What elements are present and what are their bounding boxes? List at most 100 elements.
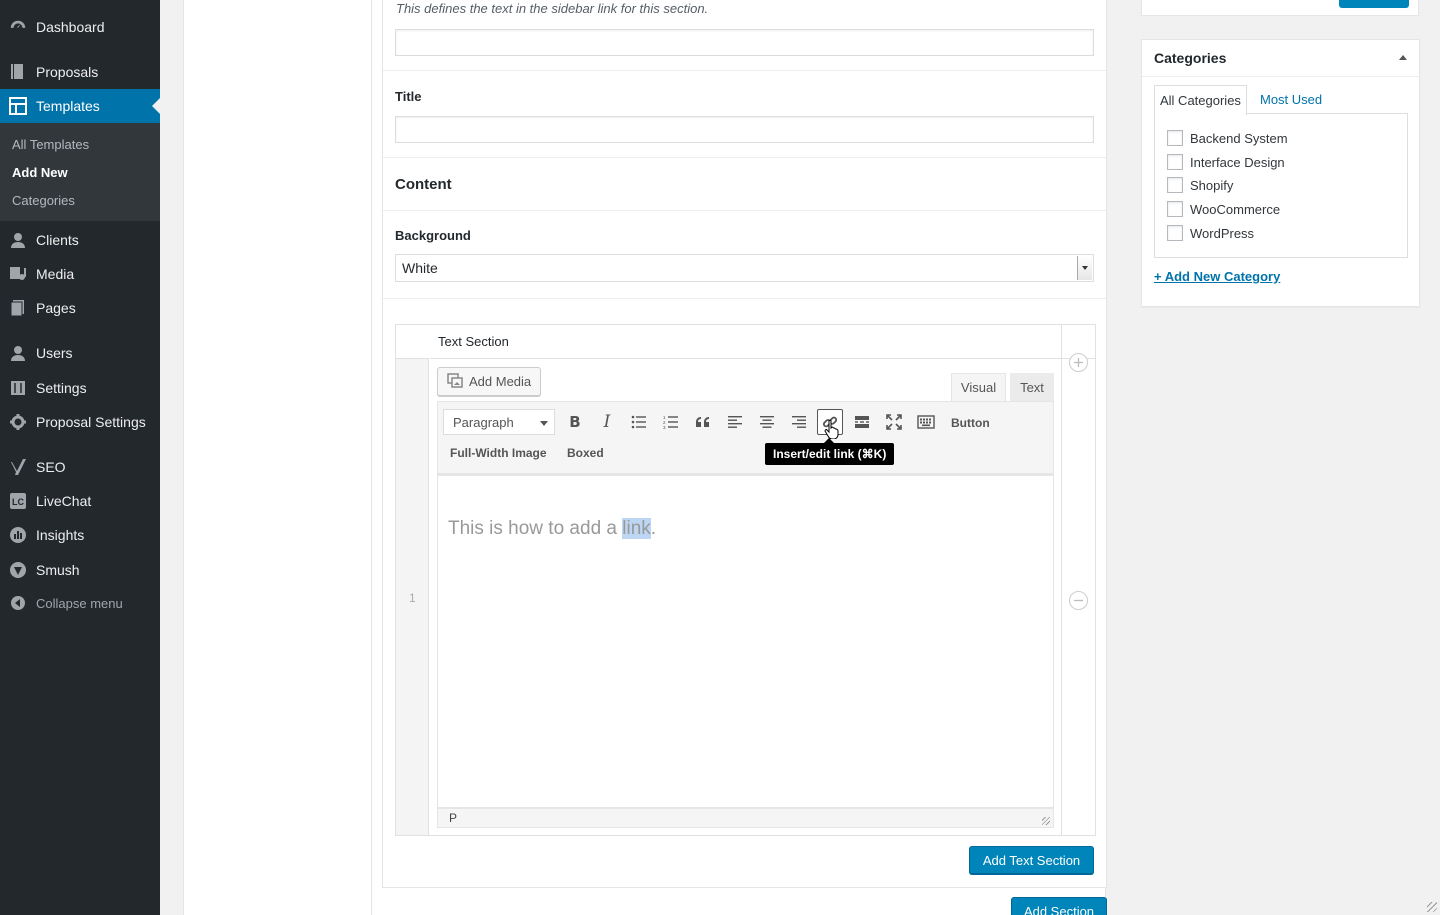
categories-title: Categories (1154, 50, 1227, 66)
category-checkbox[interactable] (1167, 177, 1183, 193)
row-order-number: 1 (409, 591, 416, 605)
read-more-icon[interactable] (849, 409, 875, 435)
insights-icon (0, 526, 36, 544)
submenu-all-templates[interactable]: All Templates (12, 137, 89, 152)
svg-text:LC: LC (12, 497, 24, 507)
categories-box: Categories All Categories Most Used Back… (1141, 39, 1420, 307)
category-checkbox[interactable] (1167, 130, 1183, 146)
templates-submenu: All Templates Add New Categories (0, 123, 160, 221)
publish-button[interactable] (1339, 0, 1409, 8)
remove-row-icon[interactable] (1069, 591, 1088, 610)
sidebar-item-label: Insights (36, 527, 85, 543)
category-item[interactable]: WooCommerce (1167, 201, 1280, 217)
divider (383, 210, 1106, 211)
media-icon (0, 265, 36, 283)
element-path[interactable]: P (449, 811, 457, 825)
add-media-label: Add Media (469, 374, 532, 389)
admin-sidebar: Dashboard Proposals Templates All Templa… (0, 0, 160, 915)
category-checkbox[interactable] (1167, 225, 1183, 241)
content-text-after: . (650, 518, 657, 539)
row-drag-handle[interactable]: 1 (396, 325, 429, 835)
title-label: Title (395, 89, 422, 104)
tab-text[interactable]: Text (1010, 373, 1054, 401)
resize-grip-icon[interactable] (1042, 817, 1050, 825)
italic-button[interactable]: I (594, 409, 620, 435)
smush-icon (0, 561, 36, 579)
tab-most-used[interactable]: Most Used (1255, 85, 1327, 114)
collapse-icon (0, 595, 36, 611)
editor-content-text[interactable]: This is how to add a link. (448, 518, 656, 540)
column-divider (371, 0, 372, 915)
add-row-icon[interactable] (1069, 353, 1088, 372)
dashboard-icon (0, 18, 36, 36)
chevron-down-icon[interactable] (1077, 256, 1092, 280)
sidebar-item-label: Users (36, 345, 73, 361)
bold-button[interactable]: B (562, 409, 588, 435)
category-item[interactable]: Interface Design (1167, 154, 1285, 170)
sidebar-item-users[interactable]: Users (0, 336, 160, 370)
sidebar-item-clients[interactable]: Clients (0, 223, 160, 257)
sidebar-item-dashboard[interactable]: Dashboard (0, 10, 160, 44)
add-new-category-link[interactable]: + Add New Category (1154, 269, 1280, 284)
clients-icon (0, 232, 36, 248)
sidebar-item-settings[interactable]: Settings (0, 371, 160, 405)
users-icon (0, 345, 36, 361)
add-section-button[interactable]: Add Section (1011, 897, 1107, 915)
sidebar-item-media[interactable]: Media (0, 257, 160, 291)
background-select[interactable]: White (395, 254, 1094, 282)
collapse-menu-button[interactable]: Collapse menu (0, 586, 160, 620)
gear-icon (0, 413, 36, 431)
window-resize-grip-icon[interactable] (1427, 902, 1437, 912)
align-left-icon[interactable] (722, 409, 748, 435)
category-checkbox[interactable] (1167, 201, 1183, 217)
tab-all-categories[interactable]: All Categories (1154, 85, 1247, 115)
sidebar-item-proposals[interactable]: Proposals (0, 55, 160, 89)
paragraph-format-select[interactable]: Paragraph (443, 409, 555, 435)
category-item[interactable]: Backend System (1167, 130, 1288, 146)
add-text-section-button[interactable]: Add Text Section (969, 846, 1094, 874)
sidebar-item-label: Proposal Settings (36, 414, 146, 430)
sidebar-item-smush[interactable]: Smush (0, 553, 160, 587)
blockquote-icon[interactable] (690, 409, 716, 435)
sidebar-item-seo[interactable]: SEO (0, 450, 160, 484)
sidebar-item-label: Dashboard (36, 19, 105, 35)
sidebar-item-templates[interactable]: Templates (0, 89, 160, 123)
sidebar-item-label: Templates (36, 98, 100, 114)
bullet-list-icon[interactable] (626, 409, 652, 435)
add-media-button[interactable]: Add Media (437, 367, 541, 396)
category-item[interactable]: WordPress (1167, 225, 1254, 241)
divider (383, 70, 1106, 71)
boxed-button[interactable]: Boxed (567, 446, 604, 460)
category-item[interactable]: Shopify (1167, 177, 1233, 193)
align-center-icon[interactable] (754, 409, 780, 435)
category-checklist: Backend System Interface Design Shopify … (1154, 113, 1408, 258)
category-label: WordPress (1190, 225, 1255, 241)
sidebar-item-proposal-settings[interactable]: Proposal Settings (0, 405, 160, 439)
collapse-toggle-icon[interactable] (1399, 55, 1407, 60)
sidebar-item-pages[interactable]: Pages (0, 291, 160, 325)
title-input[interactable] (395, 116, 1094, 143)
button-shortcode-button[interactable]: Button (951, 416, 990, 430)
toolbar-toggle-icon[interactable] (913, 409, 939, 435)
media-icon (447, 372, 464, 391)
content-heading: Content (395, 176, 452, 193)
full-width-image-button[interactable]: Full-Width Image (450, 446, 547, 460)
proposals-icon (0, 63, 36, 81)
sidebar-item-label: LiveChat (36, 493, 92, 509)
editor-statusbar: P (437, 808, 1054, 828)
yoast-icon (0, 458, 36, 476)
numbered-list-icon[interactable]: 123 (658, 409, 684, 435)
sidebar-item-label: Smush (36, 562, 80, 578)
category-checkbox[interactable] (1167, 154, 1183, 170)
submenu-add-new[interactable]: Add New (12, 165, 68, 180)
align-right-icon[interactable] (786, 409, 812, 435)
submenu-categories[interactable]: Categories (12, 193, 75, 208)
sidebar-item-label: SEO (36, 459, 66, 475)
sidebar-item-livechat[interactable]: LC LiveChat (0, 484, 160, 518)
sidebar-item-insights[interactable]: Insights (0, 518, 160, 552)
sidebar-link-input[interactable] (395, 29, 1094, 56)
category-label: Shopify (1190, 177, 1234, 193)
row-header: Text Section (430, 325, 1062, 359)
tab-visual[interactable]: Visual (951, 373, 1006, 401)
fullscreen-icon[interactable] (881, 409, 907, 435)
